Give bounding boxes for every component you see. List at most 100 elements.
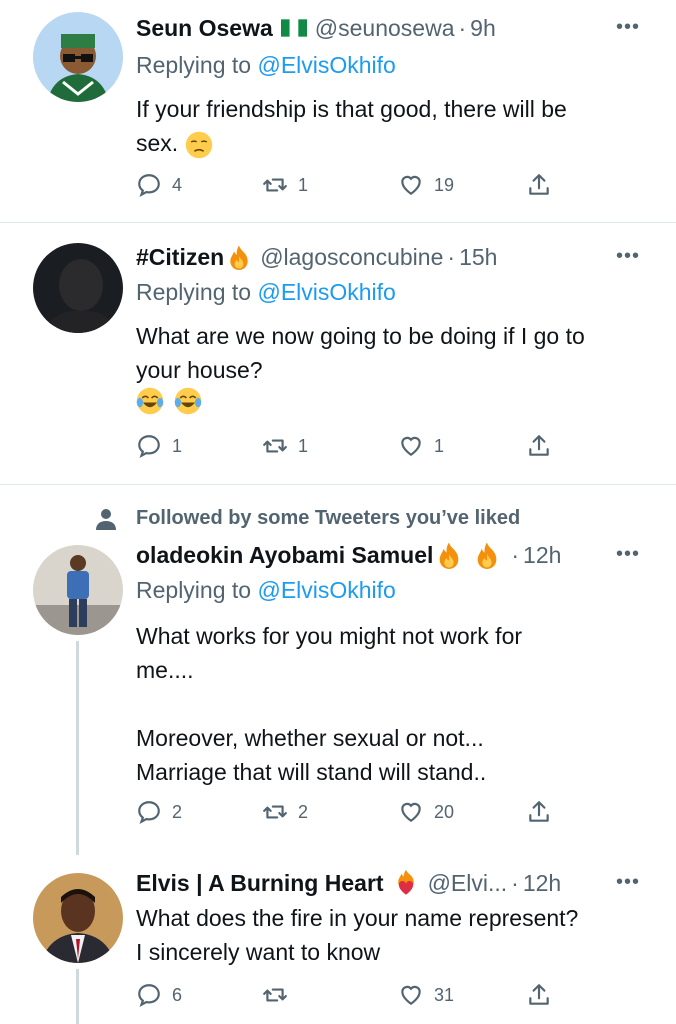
share-button[interactable] [526, 172, 562, 198]
like-button[interactable]: 31 [398, 982, 454, 1008]
avatar-image [33, 12, 123, 102]
retweet-icon [263, 988, 287, 1002]
retweet-icon [263, 439, 287, 453]
tweet-actions: 6 31 [136, 982, 556, 1012]
tweet-actions: 4 1 19 [136, 172, 556, 202]
mention-link[interactable]: @ElvisOkhifo [257, 52, 395, 78]
like-count: 19 [434, 174, 455, 195]
author-name[interactable]: #Citizen [136, 244, 224, 271]
fire-emoji [230, 245, 248, 270]
avatar-image [33, 545, 123, 635]
fire-emoji [440, 542, 459, 569]
tweet-text: What are we now going to be doing if I g… [136, 323, 585, 383]
like-count: 1 [434, 435, 445, 456]
replying-to-label: Replying to [136, 52, 258, 78]
author-name[interactable]: oladeokin Ayobami Samuel [136, 542, 433, 569]
tweet-text: What does the fire in your name represen… [136, 905, 579, 965]
retweet-count: 1 [298, 435, 309, 456]
share-button[interactable] [526, 982, 562, 1008]
replying-to: Replying to @ElvisOkhifo [136, 577, 396, 604]
replying-to-label: Replying to [136, 577, 258, 603]
heart-icon [401, 175, 421, 195]
more-options-icon[interactable]: ••• [616, 543, 640, 566]
mention-link[interactable]: @ElvisOkhifo [257, 577, 395, 603]
emoji-row [136, 387, 202, 417]
author-name[interactable]: Elvis | A Burning Heart [136, 870, 384, 897]
replying-to-label: Replying to [136, 279, 258, 305]
unamused-face-emoji [185, 131, 212, 159]
retweet-button[interactable] [262, 982, 298, 1008]
timestamp[interactable]: 15h [459, 244, 497, 271]
separator-dot: · [447, 243, 456, 270]
reply-button[interactable]: 1 [136, 433, 182, 459]
avatar-oladeokin[interactable] [33, 545, 123, 635]
reply-icon [138, 435, 160, 459]
nigeria-flag-icon [280, 19, 307, 37]
thread-connector [76, 969, 79, 1024]
tweet-actions: 2 2 20 [136, 799, 556, 829]
heart-on-fire-emoji [397, 869, 414, 895]
retweet-count: 2 [298, 801, 309, 822]
author-name[interactable]: Seun Osewa [136, 15, 273, 42]
tweet-oladeokin[interactable]: Followed by some Tweeters you’ve liked o… [0, 485, 676, 855]
like-count: 20 [434, 801, 455, 822]
like-button[interactable]: 1 [398, 433, 444, 459]
share-icon [529, 174, 549, 195]
tears-of-joy-emoji [136, 387, 164, 415]
more-options-icon[interactable]: ••• [616, 245, 640, 268]
separator-dot: · [458, 14, 467, 41]
reply-count: 1 [172, 435, 183, 456]
author-handle[interactable]: @Elvi... [428, 870, 508, 897]
reply-icon [138, 801, 160, 825]
more-options-icon[interactable]: ••• [616, 16, 640, 39]
tweet-seun-osewa[interactable]: Seun Osewa @seunosewa · 9h ••• Replying … [0, 0, 676, 222]
avatar-citizen[interactable] [33, 243, 123, 333]
more-options-icon[interactable]: ••• [616, 871, 640, 894]
separator-dot: · [511, 541, 520, 568]
reply-count: 4 [172, 174, 183, 195]
like-button[interactable]: 19 [398, 172, 454, 198]
retweet-button[interactable]: 1 [262, 172, 308, 198]
reply-icon [138, 984, 160, 1008]
reply-icon [138, 174, 160, 198]
reply-count: 2 [172, 801, 183, 822]
timestamp[interactable]: 12h [523, 870, 561, 897]
retweet-icon [263, 178, 287, 192]
tweet-actions: 1 1 1 [136, 433, 556, 463]
avatar-seun-osewa[interactable] [33, 12, 123, 102]
timestamp[interactable]: 9h [470, 15, 496, 42]
share-button[interactable] [526, 799, 562, 825]
share-button[interactable] [526, 433, 562, 459]
share-icon [529, 435, 549, 456]
separator-dot: · [511, 869, 519, 896]
reply-button[interactable]: 6 [136, 982, 182, 1008]
tears-of-joy-emoji [175, 387, 202, 415]
social-context: Followed by some Tweeters you’ve liked [136, 507, 521, 529]
reply-button[interactable]: 4 [136, 172, 182, 198]
author-handle[interactable]: @seunosewa [315, 15, 455, 42]
retweet-count: 1 [298, 174, 309, 195]
heart-icon [401, 436, 421, 456]
like-count: 31 [434, 984, 455, 1005]
replying-to: Replying to @ElvisOkhifo [136, 279, 396, 306]
timestamp[interactable]: 12h [523, 542, 561, 569]
thread-connector [76, 641, 79, 855]
avatar-image [33, 243, 123, 333]
tweet-elvis[interactable]: Elvis | A Burning Heart @Elvi... · 12h •… [0, 855, 676, 1024]
avatar-image [33, 873, 123, 963]
retweet-button[interactable]: 2 [262, 799, 308, 825]
author-handle[interactable]: @lagosconcubine [260, 244, 443, 271]
reply-count: 6 [172, 984, 183, 1005]
retweet-button[interactable]: 1 [262, 433, 308, 459]
mention-link[interactable]: @ElvisOkhifo [257, 279, 395, 305]
tweet-text: What works for you might not work for me… [136, 623, 523, 785]
tweet-text: If your friendship is that good, there w… [136, 92, 651, 160]
share-icon [529, 984, 549, 1005]
reply-button[interactable]: 2 [136, 799, 182, 825]
fire-emoji [478, 542, 497, 569]
avatar-elvis[interactable] [33, 873, 123, 963]
retweet-icon [263, 805, 287, 819]
share-icon [529, 801, 549, 822]
tweet-citizen[interactable]: #Citizen @lagosconcubine · 15h ••• Reply… [0, 223, 676, 483]
like-button[interactable]: 20 [398, 799, 454, 825]
